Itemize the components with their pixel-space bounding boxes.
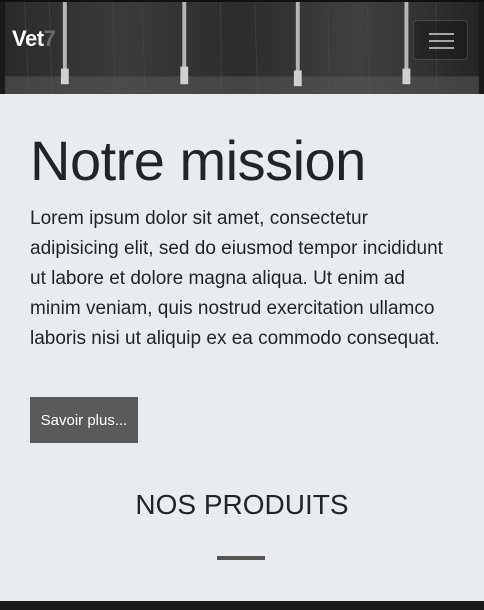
mission-title: Notre mission [30, 129, 366, 192]
hamburger-icon-bar [429, 40, 454, 42]
hamburger-icon-bar [429, 47, 454, 49]
navbar-background-image [5, 2, 479, 94]
brand-logo[interactable]: Vet7 [12, 26, 56, 52]
next-section-image [0, 601, 484, 610]
hamburger-icon [429, 33, 454, 35]
brand-name: Vet [12, 26, 44, 51]
mission-text: Lorem ipsum dolor sit amet, consectetur … [30, 208, 443, 349]
menu-toggle-button[interactable] [413, 20, 468, 60]
section-divider [217, 556, 265, 560]
read-more-button[interactable]: Savoir plus... [30, 397, 138, 443]
products-title: NOS PRODUITS [135, 489, 349, 520]
brand-accent: 7 [43, 26, 56, 51]
navbar: Vet7 [0, 0, 484, 94]
